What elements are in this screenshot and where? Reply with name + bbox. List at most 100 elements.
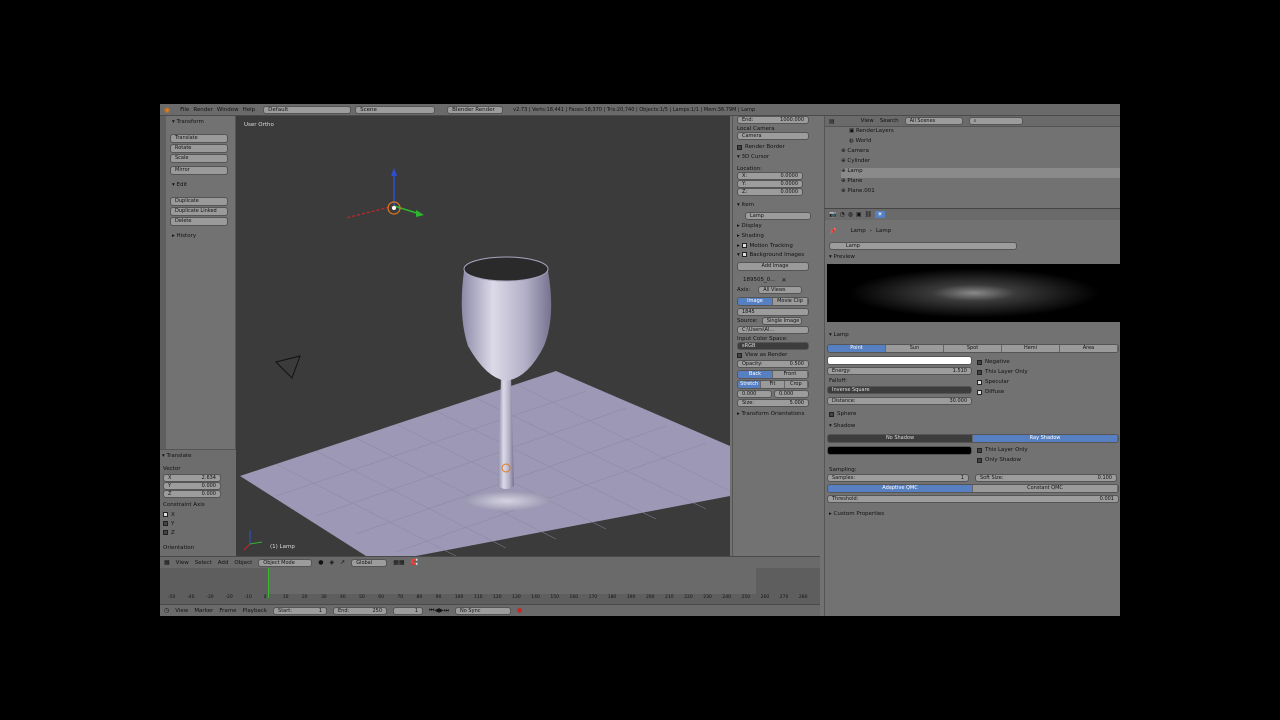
current-frame-field[interactable]: 1 — [393, 606, 424, 615]
energy-field[interactable]: Energy: 1.510 — [827, 367, 972, 375]
menu-window[interactable]: Window — [217, 107, 239, 113]
record-icon[interactable]: ● — [517, 607, 522, 614]
axis-selector[interactable]: All Views — [758, 286, 803, 294]
duplicate-linked-button[interactable]: Duplicate Linked — [170, 207, 228, 216]
view-as-render-checkbox[interactable] — [737, 352, 742, 358]
lamp-type-point[interactable]: Point — [828, 345, 886, 352]
stretch-button[interactable]: Stretch — [738, 381, 762, 388]
outliner-item-renderlayers[interactable]: ▣ RenderLayers — [841, 128, 1120, 138]
outliner-item-plane[interactable]: ⊕ Plane — [841, 178, 1120, 188]
image-tab[interactable]: Image — [738, 298, 773, 305]
cursor-x-field[interactable]: X: 0.0000 — [737, 172, 803, 180]
delete-button[interactable]: Delete — [170, 217, 228, 226]
only-shadow-checkbox[interactable] — [977, 457, 982, 463]
timeline-editor-icon[interactable]: ◷ — [164, 607, 169, 614]
blender-logo-icon[interactable]: ◉ — [164, 106, 170, 114]
3d-viewport[interactable]: User Ortho (1) Lamp — [236, 116, 730, 556]
crop-button[interactable]: Crop — [784, 381, 808, 388]
scene-selector[interactable]: Scene — [355, 105, 436, 114]
outliner-editor-icon[interactable]: ▤ — [829, 118, 835, 125]
history-panel-header[interactable]: ▸ History — [172, 233, 196, 239]
outliner-item-plane-001[interactable]: ⊕ Plane.001 — [841, 188, 1120, 198]
offset-y-field[interactable]: 0.000 — [774, 390, 809, 398]
menu-render[interactable]: Render — [193, 107, 213, 113]
no-shadow-button[interactable]: No Shadow — [828, 435, 973, 442]
constraint-y-checkbox[interactable] — [163, 521, 168, 526]
threshold-field[interactable]: Threshold: 0.001 — [827, 495, 1119, 503]
clip-end-field[interactable]: End: 1000.000 — [737, 116, 809, 124]
mirror-button[interactable]: Mirror — [170, 166, 228, 175]
outliner-search-input[interactable]: ⌕ — [968, 117, 1023, 125]
close-icon[interactable]: ✕ — [782, 277, 787, 284]
camera-field[interactable]: Camera — [737, 132, 809, 140]
transform-panel-header[interactable]: ▾ Transform — [172, 119, 204, 125]
item-name-field[interactable]: Lamp — [745, 212, 811, 220]
translate-button[interactable]: Translate — [170, 134, 228, 143]
lamp-datablock-field[interactable]: Lamp — [829, 242, 1017, 250]
file-path-field[interactable]: C:\Users\Al... — [737, 326, 809, 334]
lamp-type-area[interactable]: Area — [1060, 345, 1118, 352]
editor-type-icon[interactable]: ▦ — [164, 559, 170, 566]
distance-field[interactable]: Distance: 30.000 — [827, 397, 972, 405]
render-border-checkbox[interactable] — [737, 144, 742, 150]
item-panel-header[interactable]: ▾ Item — [737, 202, 813, 208]
vector-y-field[interactable]: Y 0.000 — [163, 482, 221, 490]
duplicate-button[interactable]: Duplicate — [170, 197, 228, 206]
scale-button[interactable]: Scale — [170, 154, 228, 163]
start-frame-field[interactable]: Start: 1 — [273, 606, 328, 615]
depth-toggle[interactable]: Back Front — [737, 370, 809, 379]
constant-qmc-button[interactable]: Constant QMC — [973, 485, 1118, 492]
orientation-selector[interactable]: Global — [351, 558, 388, 567]
frame-menu[interactable]: Frame — [219, 608, 236, 614]
custom-properties-header[interactable]: ▸ Custom Properties — [829, 511, 1120, 517]
size-field[interactable]: Size: 5.000 — [737, 399, 809, 407]
render-tab-icon[interactable]: 📷 — [829, 211, 836, 218]
outliner-item-lamp[interactable]: ⊕ Lamp — [841, 168, 1120, 178]
frame-method-toggle[interactable]: Stretch Fit Crop — [737, 380, 809, 389]
playback-menu[interactable]: Playback — [242, 608, 267, 614]
soft-size-field[interactable]: Soft Size: 0.100 — [975, 474, 1117, 482]
constraint-z-checkbox[interactable] — [163, 530, 168, 535]
shadow-this-layer-checkbox[interactable] — [977, 447, 982, 453]
shading-panel-header[interactable]: ▸ Shading — [737, 233, 813, 239]
sampling-type-selector[interactable]: Adaptive QMC Constant QMC — [827, 484, 1119, 493]
movie-clip-tab[interactable]: Movie Clip — [773, 298, 808, 305]
outliner-view-menu[interactable]: View — [861, 118, 874, 124]
outliner-search-menu[interactable]: Search — [880, 118, 899, 124]
outliner-item-camera[interactable]: ⊕ Camera — [841, 148, 1120, 158]
this-layer-only-checkbox[interactable] — [977, 369, 982, 375]
manipulator-icon[interactable]: ↗ — [340, 559, 345, 566]
pivot-icon[interactable]: ◈ — [330, 559, 335, 566]
mode-selector[interactable]: Object Mode — [258, 558, 313, 567]
data-tab-icon[interactable]: ☀ — [875, 211, 885, 218]
constraint-x-checkbox[interactable] — [163, 512, 168, 517]
timeline-view-menu[interactable]: View — [175, 608, 188, 614]
properties-context-tabs[interactable]: 📷 ◔ ◍ ▣ ⛓ ☀ — [825, 209, 1120, 220]
display-panel-header[interactable]: ▸ Display — [737, 223, 813, 229]
cursor-y-field[interactable]: Y: 0.0000 — [737, 180, 803, 188]
object-tab-icon[interactable]: ▣ — [856, 211, 862, 218]
ray-shadow-button[interactable]: Ray Shadow — [973, 435, 1118, 442]
negative-checkbox[interactable] — [977, 359, 982, 365]
scene-tab-icon[interactable]: ◔ — [839, 211, 844, 218]
sync-selector[interactable]: No Sync — [455, 606, 512, 615]
shading-icon[interactable]: ● — [318, 559, 323, 566]
sphere-checkbox[interactable] — [829, 411, 834, 417]
end-frame-field[interactable]: End: 250 — [333, 606, 388, 615]
world-tab-icon[interactable]: ◍ — [848, 211, 853, 218]
outliner-item-cylinder[interactable]: ⊕ Cylinder — [841, 158, 1120, 168]
outliner-item-world[interactable]: ◍ World — [841, 138, 1120, 148]
lamp-type-selector[interactable]: Point Sun Spot Hemi Area — [827, 344, 1119, 353]
adaptive-qmc-button[interactable]: Adaptive QMC — [828, 485, 973, 492]
view-menu[interactable]: View — [176, 560, 189, 566]
color-space-selector[interactable]: sRGB — [737, 342, 809, 350]
fit-button[interactable]: Fit — [761, 381, 785, 388]
layout-selector[interactable]: Default — [263, 105, 352, 114]
offset-x-field[interactable]: 0.000 — [737, 390, 772, 398]
preview-panel-header[interactable]: ▾ Preview — [829, 254, 1120, 260]
constraints-tab-icon[interactable]: ⛓ — [865, 211, 873, 218]
diffuse-checkbox[interactable] — [977, 389, 982, 395]
shadow-panel-header[interactable]: ▾ Shadow — [829, 423, 1120, 429]
source-selector[interactable]: Single Image — [761, 317, 802, 325]
lamp-type-sun[interactable]: Sun — [886, 345, 944, 352]
